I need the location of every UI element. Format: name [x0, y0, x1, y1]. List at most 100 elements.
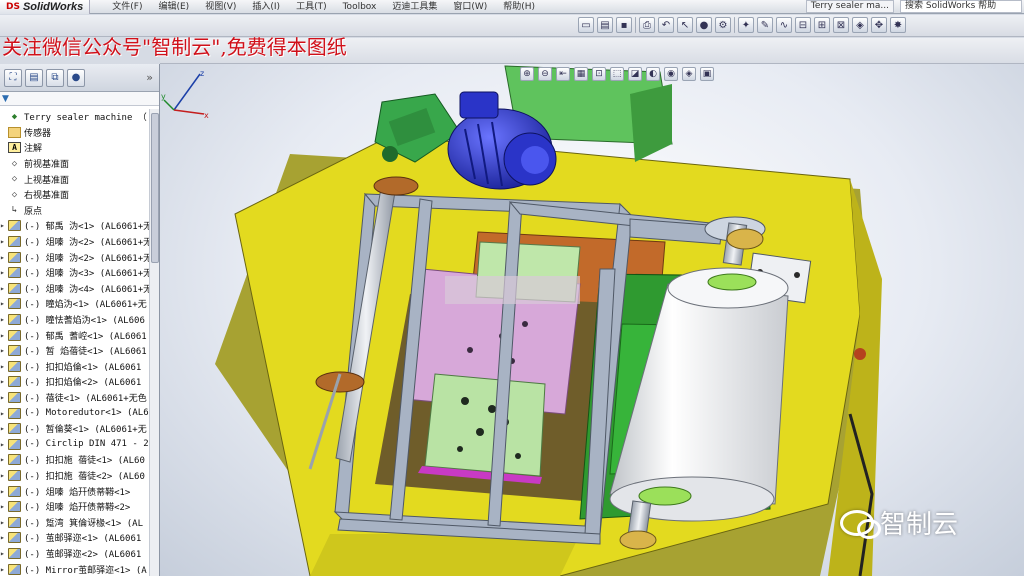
scrollbar-thumb[interactable] [151, 113, 159, 263]
hide-show-items-icon[interactable]: ◐ [646, 67, 660, 81]
tree-expand-icon[interactable]: ▸ [0, 284, 8, 293]
property-manager-tab-icon[interactable]: ▤ [25, 68, 43, 87]
tree-row[interactable]: ▸ (-) 扣扣施 蓓徒<1> (AL60 [0, 452, 150, 468]
tree-row[interactable]: A 注解 [0, 140, 150, 156]
tree-expand-icon[interactable]: ▸ [0, 237, 8, 246]
tree-expand-icon[interactable]: ▸ [0, 424, 8, 433]
solidworks-logo[interactable]: DS SolidWorks [0, 0, 91, 14]
section-view-icon[interactable]: ▦ [574, 67, 588, 81]
tree-expand-icon[interactable]: ▸ [0, 393, 8, 402]
tree-expand-icon[interactable]: ▸ [0, 487, 8, 496]
view-settings-icon[interactable]: ▣ [700, 67, 714, 81]
tree-row[interactable]: ▸ (-) 郁禹 蓍崆<1> (AL6061 [0, 327, 150, 343]
tree-row[interactable]: ▸ (-) 俎嗪 沩<2> (AL6061+无 [0, 249, 150, 265]
tree-row[interactable]: ▸ (-) 茧邮驿迩<1> (AL6061 [0, 530, 150, 546]
tree-row[interactable]: ▸ (-) 俎嗪 焰幵债蒂鞯<2> [0, 499, 150, 515]
tree-row[interactable]: ▸ (-) 扣扣焰倫<2> (AL6061 [0, 374, 150, 390]
undo-icon[interactable]: ↶ [658, 17, 674, 33]
tree-row[interactable]: ▸ (-) 暂倫葵<1> (AL6061+无 [0, 421, 150, 437]
open-folder-icon[interactable]: ▤ [597, 17, 613, 33]
dynamic-annotation-icon[interactable]: ⊡ [592, 67, 606, 81]
select-arrow-icon[interactable]: ↖ [677, 17, 693, 33]
menu-insert[interactable]: 插入(I) [244, 1, 288, 13]
feature-tree-scrollbar[interactable] [149, 109, 159, 576]
tree-expand-icon[interactable]: ▸ [0, 502, 8, 511]
menu-edit[interactable]: 编辑(E) [150, 1, 197, 13]
tree-row[interactable]: ▸ (-) 扣扣施 蓓徒<2> (AL60 [0, 468, 150, 484]
view-orientation-icon[interactable]: ⬚ [610, 67, 624, 81]
tree-row[interactable]: 传感器 [0, 125, 150, 141]
tree-row[interactable]: ▸ (-) 俎嗪 沩<3> (AL6061+无 [0, 265, 150, 281]
display-style-icon[interactable]: ◪ [628, 67, 642, 81]
tree-expand-icon[interactable]: ▸ [0, 409, 8, 418]
tree-expand-icon[interactable]: ▸ [0, 533, 8, 542]
appearance-tab-icon[interactable]: ● [67, 68, 85, 87]
tree-row[interactable]: ▸ (-) Circlip DIN 471 - 25 [0, 436, 150, 452]
tree-expand-icon[interactable]: ▸ [0, 471, 8, 480]
tree-row[interactable]: ▸ (-) 暂 焰蓓徒<1> (AL6061 [0, 343, 150, 359]
tree-expand-icon[interactable]: ▸ [0, 221, 8, 230]
tree-row[interactable]: ◆ Terry sealer machine （ 默 [0, 109, 150, 125]
configuration-manager-tab-icon[interactable]: ⧉ [46, 68, 64, 87]
menu-help[interactable]: 帮助(H) [495, 1, 543, 13]
options-icon[interactable]: ⚙ [715, 17, 731, 33]
move-component-icon[interactable]: ✥ [871, 17, 887, 33]
tree-expand-icon[interactable]: ▸ [0, 315, 8, 324]
menu-toolbox[interactable]: Toolbox [335, 1, 385, 13]
tree-row[interactable]: ▸ (-) 扣扣焰倫<1> (AL6061 [0, 359, 150, 375]
tree-expand-icon[interactable]: ▸ [0, 377, 8, 386]
tree-row[interactable]: ◇ 前视基准面 [0, 156, 150, 172]
tree-row[interactable]: ▸ (-) 瞳怯蓍焰沩<1> (AL606 [0, 312, 150, 328]
menu-file[interactable]: 文件(F) [104, 1, 150, 13]
tree-row[interactable]: ▸ (-) Motoredutor<1> (AL60 [0, 405, 150, 421]
mass-properties-icon[interactable]: ⊞ [814, 17, 830, 33]
tree-expand-icon[interactable]: ▸ [0, 299, 8, 308]
help-search-input[interactable]: 搜索 SolidWorks 帮助 [900, 0, 1022, 13]
smart-mates-icon[interactable]: ✦ [738, 17, 754, 33]
measure-icon[interactable]: ⊟ [795, 17, 811, 33]
menu-view[interactable]: 视图(V) [197, 1, 244, 13]
component-icon[interactable]: ◈ [852, 17, 868, 33]
tree-row[interactable]: ▸ (-) 踅湾 箕倫讶椽<1> (AL [0, 514, 150, 530]
tree-row[interactable]: ▸ (-) Mirror茧邮驿迩<1> (A [0, 561, 150, 576]
tree-expand-icon[interactable]: ▸ [0, 331, 8, 340]
tree-row[interactable]: ▸ (-) 郁禹 沩<1> (AL6061+无 [0, 218, 150, 234]
tree-row[interactable]: ▸ (-) 俎嗪 沩<2> (AL6061+无 [0, 234, 150, 250]
print-icon[interactable]: ⎙ [639, 17, 655, 33]
tree-row[interactable]: ◇ 右视基准面 [0, 187, 150, 203]
apply-scene-icon[interactable]: ◈ [682, 67, 696, 81]
tree-expand-icon[interactable]: ▸ [0, 268, 8, 277]
edit-appearance-icon[interactable]: ◉ [664, 67, 678, 81]
menu-maidi-tools[interactable]: 迈迪工具集 [384, 1, 445, 13]
document-name-tab[interactable]: Terry sealer ma... [805, 0, 894, 13]
tree-expand-icon[interactable]: ▸ [0, 346, 8, 355]
tree-expand-icon[interactable]: ▸ [0, 565, 8, 574]
zoom-to-fit-icon[interactable]: ⊕ [520, 67, 534, 81]
tree-expand-icon[interactable]: ▸ [0, 455, 8, 464]
interference-icon[interactable]: ⊠ [833, 17, 849, 33]
tree-row[interactable]: ◇ 上视基准面 [0, 171, 150, 187]
tree-expand-icon[interactable]: ▸ [0, 253, 8, 262]
tree-row[interactable]: ▸ (-) 茧邮驿迩<2> (AL6061 [0, 546, 150, 562]
new-document-icon[interactable]: ▭ [578, 17, 594, 33]
tree-expand-icon[interactable]: ▸ [0, 518, 8, 527]
collapse-panel-icon[interactable]: » [146, 71, 153, 84]
graphics-viewport[interactable]: ⊕ ⊖ ⇤ ▦ ⊡ ⬚ ◪ ◐ ◉ ◈ ▣ z x y 智制云 [160, 64, 1024, 576]
tree-expand-icon[interactable]: ▸ [0, 549, 8, 558]
menu-window[interactable]: 窗口(W) [445, 1, 495, 13]
tree-expand-icon[interactable]: ▸ [0, 362, 8, 371]
previous-view-icon[interactable]: ⇤ [556, 67, 570, 81]
tree-filter-icon[interactable]: ▼ [0, 92, 159, 106]
tree-row[interactable]: ▸ (-) 蓓徒<1> (AL6061+无色 [0, 390, 150, 406]
curve-icon[interactable]: ∿ [776, 17, 792, 33]
tree-row[interactable]: ↳ 原点 [0, 203, 150, 219]
sketch-icon[interactable]: ✎ [757, 17, 773, 33]
tree-expand-icon[interactable]: ▸ [0, 440, 8, 449]
feature-tree-tab-icon[interactable]: ⛶ [4, 68, 22, 87]
rebuild-icon[interactable]: ● [696, 17, 712, 33]
tree-row[interactable]: ▸ (-) 俎嗪 沩<4> (AL6061+无 [0, 281, 150, 297]
zoom-area-icon[interactable]: ⊖ [538, 67, 552, 81]
save-icon[interactable]: ▪ [616, 17, 632, 33]
menu-tools[interactable]: 工具(T) [288, 1, 335, 13]
explode-icon[interactable]: ✸ [890, 17, 906, 33]
